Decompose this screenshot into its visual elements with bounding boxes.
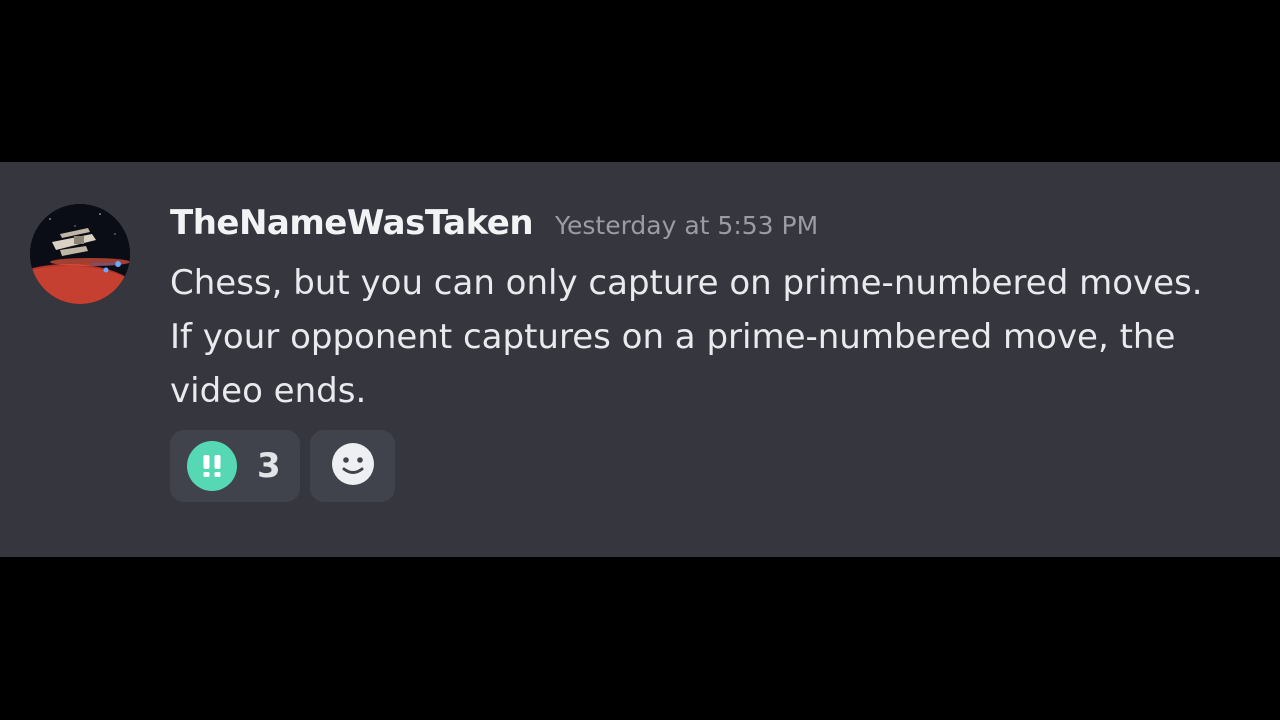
reactions-bar: 3 bbox=[170, 430, 395, 502]
smiley-face-icon bbox=[331, 442, 375, 490]
message-content: Chess, but you can only capture on prime… bbox=[170, 263, 1203, 411]
double-exclamation-icon bbox=[187, 441, 237, 491]
message-body: TheNameWasTaken Yesterday at 5:53 PM Che… bbox=[170, 203, 1250, 418]
user-avatar[interactable] bbox=[30, 204, 130, 304]
add-reaction-button[interactable] bbox=[310, 430, 395, 502]
reaction-double-exclamation[interactable]: 3 bbox=[170, 430, 300, 502]
reaction-count: 3 bbox=[257, 446, 281, 486]
username[interactable]: TheNameWasTaken bbox=[170, 203, 534, 243]
xwing-avatar-image bbox=[30, 204, 130, 304]
message-header: TheNameWasTaken Yesterday at 5:53 PM bbox=[170, 203, 1250, 253]
timestamp[interactable]: Yesterday at 5:53 PM bbox=[555, 211, 818, 240]
